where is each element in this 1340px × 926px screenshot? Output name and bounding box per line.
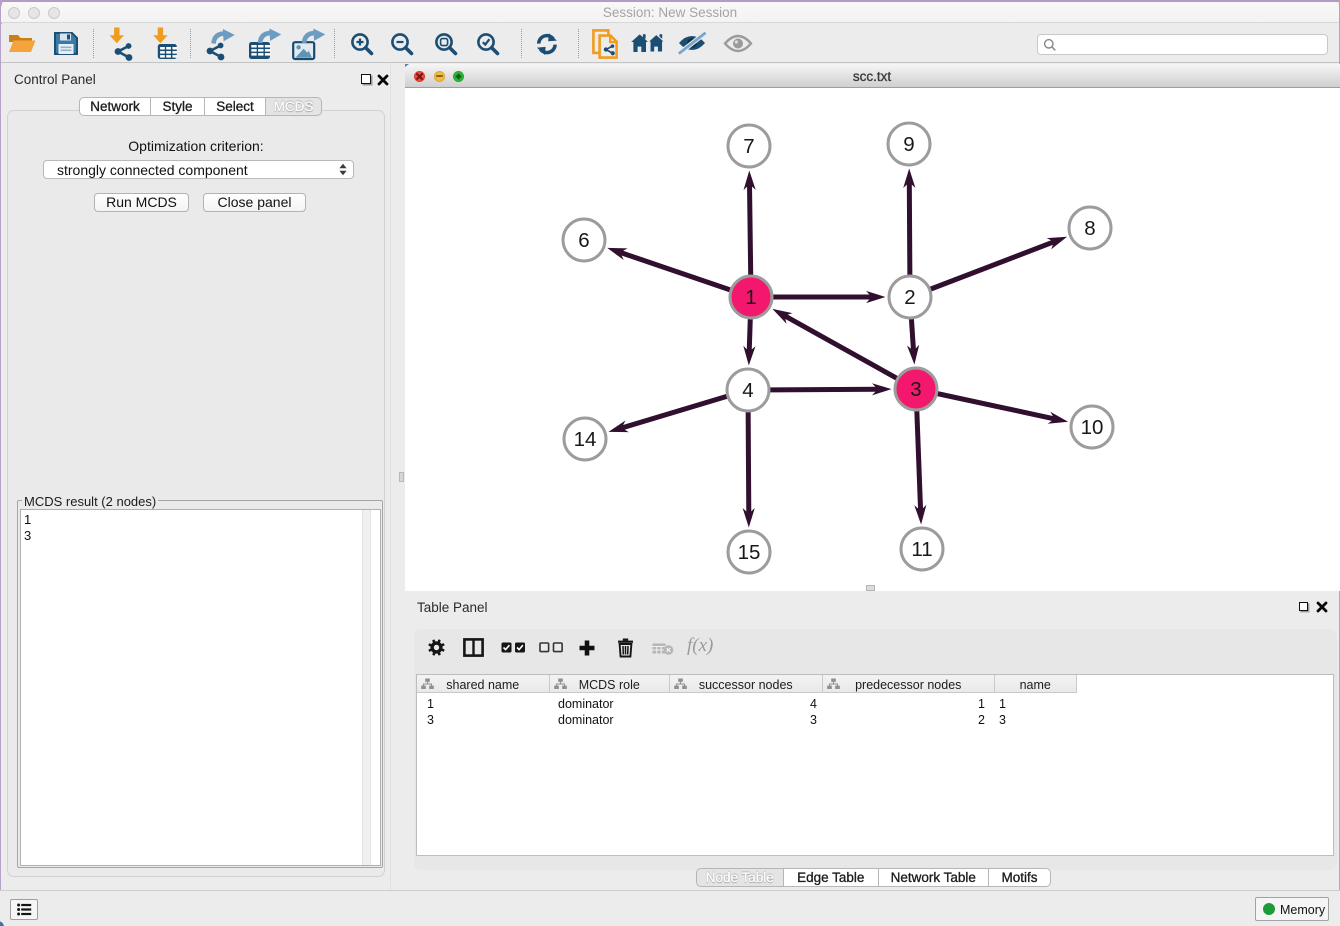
svg-text:1: 1 [745, 286, 756, 309]
svg-text:11: 11 [911, 538, 932, 561]
svg-text:8: 8 [1084, 217, 1095, 240]
svg-text:7: 7 [743, 135, 754, 158]
svg-text:4: 4 [742, 379, 753, 402]
svg-text:2: 2 [904, 286, 915, 309]
svg-text:9: 9 [903, 133, 914, 156]
svg-text:14: 14 [574, 428, 597, 451]
svg-text:6: 6 [578, 229, 589, 252]
svg-text:15: 15 [738, 541, 761, 564]
svg-text:10: 10 [1081, 416, 1104, 439]
svg-text:3: 3 [910, 378, 921, 401]
